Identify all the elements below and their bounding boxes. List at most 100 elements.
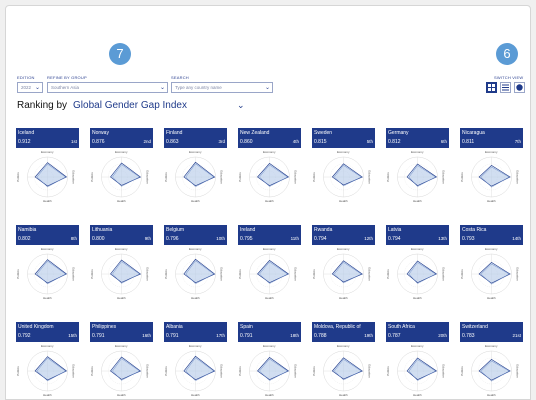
axis-label-politics: Politics (89, 269, 94, 279)
radar-shape (183, 258, 216, 284)
axis-label-health: Health (413, 296, 422, 300)
search-input[interactable]: Type any country name ⌄ (171, 82, 273, 93)
country-card[interactable]: Norway 0.876 2nd Economy Politics Education He… (90, 128, 153, 206)
axis-label-economy: Economy (189, 344, 202, 348)
country-card[interactable]: Nicaragua 0.811 7th Economy Politics Educatio… (460, 128, 523, 206)
country-card[interactable]: Belgium 0.796 10th Economy Politics Education… (164, 225, 227, 303)
country-name: Albania (166, 324, 183, 330)
country-score: 0.794 (314, 236, 327, 242)
radar-svg (397, 350, 438, 392)
country-rank: 6th (440, 139, 447, 144)
card-header: Iceland 0.912 1st (16, 128, 79, 148)
country-score: 0.791 (240, 333, 253, 339)
group-select[interactable]: Southern Asia ⌄ (47, 82, 168, 93)
radar-svg (323, 156, 364, 198)
axis-label-health: Health (117, 296, 126, 300)
radar-chart: Economy Politics Education Health (238, 245, 301, 303)
country-card[interactable]: Spain 0.791 18th Economy Politics Education He… (238, 322, 301, 399)
step-badge-6: 6 (496, 43, 518, 65)
radar-svg (175, 350, 216, 392)
country-name: Moldova, Republic of (314, 324, 361, 330)
country-card[interactable]: Namibia 0.802 8th Economy Politics Education H… (16, 225, 79, 303)
country-name: United Kingdom (18, 324, 54, 330)
country-card[interactable]: Albania 0.791 17th Economy Politics Education… (163, 322, 227, 399)
axis-label-education: Education (71, 364, 76, 378)
axis-label-politics: Politics (237, 172, 242, 182)
country-card[interactable]: Moldova, Republic of 0.788 19th Economy Poli… (312, 322, 375, 399)
radar-svg (397, 253, 438, 295)
axis-label-education: Education (293, 267, 298, 281)
card-header: Moldova, Republic of 0.788 19th (312, 322, 375, 342)
radar-shape (478, 262, 511, 284)
country-rank: 4th (292, 139, 299, 144)
country-card[interactable]: Finland 0.863 3rd Economy Politics Education H… (164, 128, 227, 206)
edition-select[interactable]: 2022 ⌄ (17, 82, 43, 93)
country-rank: 21st (512, 333, 521, 338)
edition-label: EDITION (17, 75, 35, 80)
axis-label-politics: Politics (385, 366, 390, 376)
axis-label-politics: Politics (385, 172, 390, 182)
axis-label-economy: Economy (115, 150, 128, 154)
axis-label-economy: Economy (411, 247, 424, 251)
globe-view-button[interactable] (514, 82, 525, 93)
radar-chart: Economy Politics Education Health (385, 342, 449, 399)
axis-label-health: Health (413, 199, 422, 203)
grid-view-button[interactable] (486, 82, 497, 93)
card-header: Finland 0.863 3rd (164, 128, 227, 148)
card-header: Namibia 0.802 8th (16, 225, 79, 245)
card-header: Philippines 0.791 16th (90, 322, 153, 342)
country-card[interactable]: Sweden 0.815 5th Economy Politics Education He… (312, 128, 375, 206)
country-card[interactable]: Switzerland 0.783 21st Economy Politics Educa… (460, 322, 523, 399)
country-score: 0.802 (18, 236, 31, 242)
country-rank: 19th (364, 333, 373, 338)
country-card[interactable]: Lithuania 0.800 9th Economy Politics Educatio… (90, 225, 153, 303)
radar-shape (183, 161, 216, 187)
country-score: 0.793 (462, 236, 475, 242)
axis-label-health: Health (413, 393, 422, 397)
axis-label-education: Education (219, 364, 224, 378)
country-card[interactable]: Ireland 0.795 11th Economy Politics Education… (238, 225, 301, 303)
card-header: Rwanda 0.794 12th (312, 225, 375, 245)
app-frame: 7 6 EDITION 2022 ⌄ REFINE BY GROUP South… (5, 5, 531, 400)
axis-label-politics: Politics (89, 366, 94, 376)
country-name: Spain (240, 324, 253, 330)
country-card[interactable]: Germany 0.812 6th Economy Politics Education H… (386, 128, 449, 206)
card-header: Belgium 0.796 10th (164, 225, 227, 245)
country-card[interactable]: Latvia 0.794 13th Economy Politics Education H… (386, 225, 449, 303)
radar-chart: Economy Politics Education Health (90, 148, 153, 206)
country-card[interactable]: Iceland 0.912 1st Economy Politics Education H… (16, 128, 79, 206)
axis-label-economy: Economy (337, 344, 350, 348)
axis-label-education: Education (145, 267, 150, 281)
radar-chart: Economy Politics Education Health (16, 245, 79, 303)
country-card[interactable]: United Kingdom 0.792 15th Economy Politics Ed… (16, 322, 79, 399)
country-score: 0.912 (18, 139, 31, 145)
country-rank: 14th (512, 236, 521, 241)
axis-label-health: Health (487, 296, 496, 300)
axis-label-health: Health (191, 296, 200, 300)
radar-svg (175, 253, 216, 295)
axis-label-health: Health (43, 199, 52, 203)
radar-svg (397, 156, 438, 198)
country-card[interactable]: South Africa 0.787 20th Economy Politics Educ… (385, 322, 449, 399)
country-card[interactable]: Philippines 0.791 16th Economy Politics Educa… (89, 322, 153, 399)
chevron-down-icon: ⌄ (34, 85, 40, 91)
axis-label-economy: Economy (41, 150, 54, 154)
list-view-button[interactable] (500, 82, 511, 93)
axis-label-education: Education (441, 267, 446, 281)
axis-label-education: Education (515, 267, 520, 281)
ranking-selector[interactable]: Ranking by Global Gender Gap Index ⌄ (17, 100, 245, 111)
axis-label-economy: Economy (337, 247, 350, 251)
country-name: Namibia (18, 227, 37, 233)
country-name: Latvia (388, 227, 402, 233)
country-card[interactable]: Rwanda 0.794 12th Economy Politics Education H… (312, 225, 375, 303)
country-card[interactable]: Costa Rica 0.793 14th Economy Politics Educat… (460, 225, 523, 303)
country-score: 0.791 (92, 333, 105, 339)
axis-label-health: Health (265, 296, 274, 300)
axis-label-politics: Politics (163, 366, 168, 376)
radar-chart: Economy Politics Education Health (238, 342, 301, 399)
axis-label-health: Health (487, 199, 496, 203)
radar-svg (175, 156, 216, 198)
country-card[interactable]: New Zealand 0.860 4th Economy Politics Educat… (238, 128, 301, 206)
axis-label-politics: Politics (163, 269, 168, 279)
card-header: Albania 0.791 17th (164, 322, 227, 342)
